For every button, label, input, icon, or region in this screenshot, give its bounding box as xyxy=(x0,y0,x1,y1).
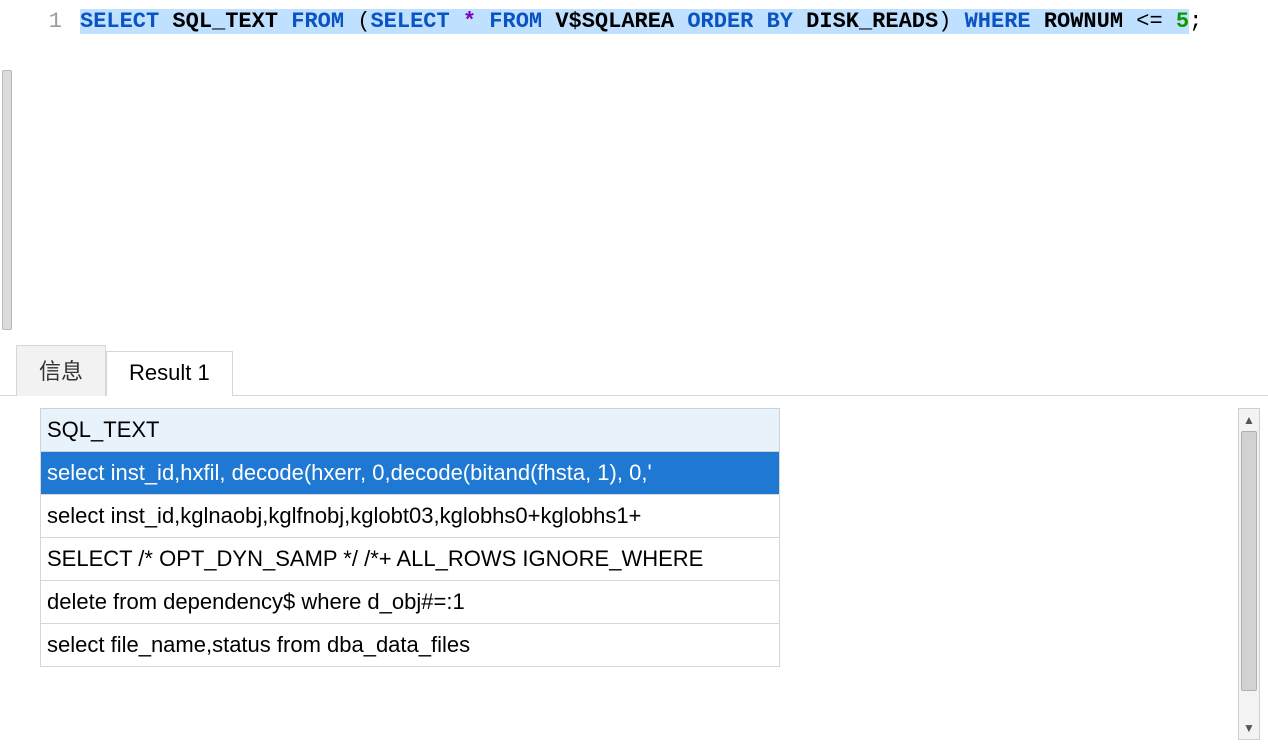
sql-token: SELECT xyxy=(80,9,159,34)
scrollbar-thumb[interactable] xyxy=(1241,431,1257,691)
tab-result-1[interactable]: Result 1 xyxy=(106,351,233,396)
line-number: 1 xyxy=(15,8,80,36)
result-tabs: 信息 Result 1 xyxy=(0,348,1268,396)
sql-token: FROM xyxy=(291,9,344,34)
sql-token: SQL_TEXT xyxy=(172,9,278,34)
sql-token: * xyxy=(463,9,476,34)
sql-token xyxy=(344,9,357,34)
sql-token xyxy=(793,9,806,34)
sql-editor-pane: 1 SELECT SQL_TEXT FROM (SELECT * FROM V$… xyxy=(0,0,1268,348)
tab-info[interactable]: 信息 xyxy=(16,345,106,396)
sql-token xyxy=(542,9,555,34)
sql-token: ; xyxy=(1189,9,1202,34)
sql-token: WHERE xyxy=(965,9,1031,34)
sql-token: <= xyxy=(1123,9,1176,34)
sql-token xyxy=(278,9,291,34)
table-row[interactable]: select inst_id,hxfil, decode(hxerr, 0,de… xyxy=(40,452,780,495)
sql-token xyxy=(951,9,964,34)
sql-token: ) xyxy=(938,9,951,34)
sql-token: ORDER xyxy=(687,9,753,34)
sql-token xyxy=(1031,9,1044,34)
result-vertical-scrollbar[interactable]: ▲ ▼ xyxy=(1238,408,1260,740)
sql-token xyxy=(674,9,687,34)
table-row[interactable]: delete from dependency$ where d_obj#=:1 xyxy=(40,581,780,624)
table-row[interactable]: SELECT /* OPT_DYN_SAMP */ /*+ ALL_ROWS I… xyxy=(40,538,780,581)
sql-token: FROM xyxy=(489,9,542,34)
result-grid-body: select inst_id,hxfil, decode(hxerr, 0,de… xyxy=(40,452,780,667)
result-area: SQL_TEXT select inst_id,hxfil, decode(hx… xyxy=(0,396,1268,752)
scroll-down-arrow-icon[interactable]: ▼ xyxy=(1239,717,1259,739)
sql-client-window: 1 SELECT SQL_TEXT FROM (SELECT * FROM V$… xyxy=(0,0,1268,752)
sql-token: SELECT xyxy=(370,9,449,34)
sql-token: DISK_READS xyxy=(806,9,938,34)
scroll-up-arrow-icon[interactable]: ▲ xyxy=(1239,409,1259,431)
column-header-sql-text[interactable]: SQL_TEXT xyxy=(40,408,780,452)
sql-token: BY xyxy=(767,9,793,34)
scrollbar-track[interactable] xyxy=(1239,431,1259,717)
sql-token xyxy=(753,9,766,34)
sql-token: ( xyxy=(357,9,370,34)
sql-editor[interactable]: SELECT SQL_TEXT FROM (SELECT * FROM V$SQ… xyxy=(80,0,1268,348)
sql-token: V$SQLAREA xyxy=(555,9,674,34)
sql-token xyxy=(450,9,463,34)
sql-token: 5 xyxy=(1176,9,1189,34)
row-marker-column xyxy=(20,408,40,752)
editor-gutter: 1 xyxy=(15,0,80,348)
sql-token: ROWNUM xyxy=(1044,9,1123,34)
sql-token xyxy=(476,9,489,34)
editor-left-scrollbar-thumb[interactable] xyxy=(2,70,12,330)
sql-token xyxy=(159,9,172,34)
result-grid[interactable]: SQL_TEXT select inst_id,hxfil, decode(hx… xyxy=(40,408,780,752)
editor-left-scrollbar[interactable] xyxy=(0,0,15,348)
table-row[interactable]: select file_name,status from dba_data_fi… xyxy=(40,624,780,667)
table-row[interactable]: select inst_id,kglnaobj,kglfnobj,kglobt0… xyxy=(40,495,780,538)
